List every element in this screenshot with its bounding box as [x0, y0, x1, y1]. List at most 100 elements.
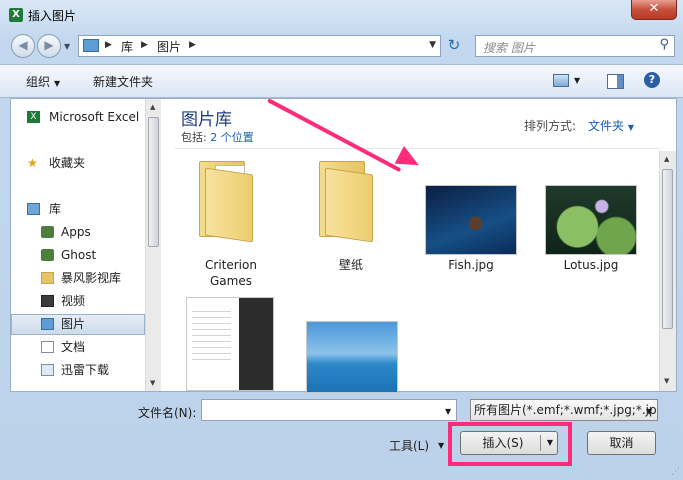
- scroll-down-icon[interactable]: ▼: [664, 377, 669, 385]
- address-bar[interactable]: ▶ 库 ▶ 图片 ▶ ▼: [78, 35, 441, 57]
- chevron-down-icon: ▼: [54, 79, 61, 88]
- new-folder-button[interactable]: 新建文件夹: [93, 73, 153, 90]
- search-box[interactable]: 搜索 图片 ⚲: [475, 35, 675, 57]
- file-name: Fish.jpg: [448, 258, 494, 272]
- sidebar-item-library[interactable]: 库: [11, 199, 145, 220]
- file-list-pane: 图片库 包括: 2 个位置 排列方式: 文件夹 ▼ Criterion Game…: [164, 99, 676, 393]
- breadcrumb-library[interactable]: 库: [121, 38, 133, 55]
- includes-label: 包括:: [181, 131, 211, 144]
- forward-button[interactable]: ▶: [37, 34, 61, 58]
- preview-pane-icon[interactable]: [607, 74, 624, 89]
- file-item-wallpaper[interactable]: 壁纸: [301, 159, 401, 291]
- arrange-by-dropdown[interactable]: 文件夹 ▼: [588, 117, 634, 134]
- file-item-fish[interactable]: Fish.jpg: [421, 185, 521, 275]
- insert-picture-dialog: X 插入图片 ✕ ◀ ▶ ▼ ▶ 库 ▶ 图片 ▶ ▼ ↻ 搜索 图片 ⚲ 组织…: [0, 0, 683, 480]
- breadcrumb-arrow-icon[interactable]: ▶: [141, 40, 148, 50]
- filename-label: 文件名(N):: [138, 406, 197, 420]
- star-icon: ★: [27, 156, 38, 170]
- document-icon: [41, 341, 54, 353]
- chevron-down-icon: ▼: [627, 123, 634, 132]
- file-name: Lotus.jpg: [563, 258, 619, 272]
- download-icon: [41, 364, 54, 376]
- cancel-button[interactable]: 取消: [587, 431, 656, 455]
- scrollbar-thumb[interactable]: [662, 169, 673, 329]
- back-arrow-icon: ◀: [18, 38, 28, 52]
- file-type-select[interactable]: 所有图片(*.emf;*.wmf;*.jpg;*.jpeg;*.png): [470, 399, 658, 421]
- search-icon[interactable]: ⚲: [659, 37, 669, 52]
- refresh-icon: ↻: [447, 36, 461, 54]
- filename-dropdown[interactable]: ▼: [445, 407, 451, 416]
- lotus-thumbnail: [545, 185, 637, 255]
- scroll-down-icon[interactable]: ▼: [150, 379, 155, 387]
- close-button[interactable]: ✕: [631, 0, 677, 20]
- library-icon: [27, 203, 40, 215]
- sidebar-item-ghost[interactable]: Ghost: [11, 245, 145, 266]
- excel-icon: X: [9, 8, 23, 22]
- scrollbar-thumb[interactable]: [148, 117, 159, 247]
- sidebar-item-favorites[interactable]: ★ 收藏夹: [11, 153, 145, 174]
- folder-icon: [41, 272, 54, 284]
- file-item-lotus[interactable]: Lotus.jpg: [541, 185, 641, 275]
- ghost-icon: [41, 249, 54, 261]
- library-includes: 包括: 2 个位置: [181, 129, 254, 145]
- video-icon: [41, 295, 54, 307]
- help-icon[interactable]: ?: [644, 72, 660, 88]
- apps-icon: [41, 226, 54, 238]
- sidebar-item-label: 库: [49, 202, 62, 216]
- sidebar-item-documents[interactable]: 文档: [11, 337, 145, 358]
- forward-arrow-icon: ▶: [44, 38, 54, 52]
- change-view-icon[interactable]: [553, 74, 569, 87]
- arrange-by-label: 排列方式:: [524, 119, 577, 133]
- file-item-criterion-games[interactable]: Criterion Games: [181, 159, 281, 291]
- sidebar-item-label: 收藏夹: [49, 156, 86, 170]
- pictures-library-icon: [83, 39, 99, 52]
- sidebar-item-label: Ghost: [61, 248, 97, 262]
- folder-icon: [199, 161, 259, 243]
- navigation-scrollbar[interactable]: ▲ ▼: [145, 99, 161, 391]
- navigation-pane: X Microsoft Excel ★ 收藏夹 库 Apps Ghost 暴风影…: [11, 99, 161, 391]
- scroll-up-icon[interactable]: ▲: [664, 155, 669, 163]
- folder-icon: [319, 161, 379, 243]
- organize-menu[interactable]: 组织 ▼: [26, 73, 60, 90]
- view-menu-dropdown[interactable]: ▼: [574, 76, 580, 85]
- sidebar-item-storm-video-library[interactable]: 暴风影视库: [11, 268, 145, 289]
- sidebar-item-label: 图片: [61, 317, 86, 331]
- sidebar-item-microsoft-excel[interactable]: X Microsoft Excel: [11, 107, 145, 128]
- tools-menu[interactable]: 工具(L): [389, 437, 429, 454]
- title-bar: X 插入图片 ✕: [0, 0, 683, 30]
- search-input[interactable]: 搜索 图片: [483, 39, 535, 56]
- window-title: 插入图片: [28, 9, 77, 23]
- screenshot-thumbnail: [186, 297, 274, 391]
- scroll-up-icon[interactable]: ▲: [150, 103, 155, 111]
- sidebar-item-pictures[interactable]: 图片: [11, 314, 145, 335]
- recent-pages-dropdown[interactable]: ▼: [64, 42, 70, 51]
- breadcrumb-pictures[interactable]: 图片: [157, 38, 181, 55]
- refresh-button[interactable]: ↻: [443, 35, 465, 57]
- sidebar-item-apps[interactable]: Apps: [11, 222, 145, 243]
- sidebar-item-label: 视频: [61, 294, 86, 308]
- file-item-sea[interactable]: [301, 321, 401, 393]
- sidebar-item-label: 迅雷下载: [61, 363, 110, 377]
- address-dropdown[interactable]: ▼: [429, 40, 436, 50]
- sidebar-item-thunder-download[interactable]: 迅雷下载: [11, 360, 145, 381]
- excel-icon: X: [27, 111, 40, 123]
- file-list-scrollbar[interactable]: ▲ ▼: [659, 151, 676, 391]
- sidebar-item-label: 暴风影视库: [61, 271, 122, 285]
- back-button[interactable]: ◀: [11, 34, 35, 58]
- filename-input[interactable]: [201, 399, 457, 421]
- organize-label: 组织: [26, 75, 51, 89]
- sea-thumbnail: [306, 321, 398, 393]
- sidebar-item-video[interactable]: 视频: [11, 291, 145, 312]
- annotation-highlight-box: [448, 422, 572, 466]
- locations-link[interactable]: 2 个位置: [210, 131, 254, 144]
- sidebar-item-label: 文档: [61, 340, 86, 354]
- file-name: Criterion Games: [205, 258, 257, 288]
- divider: [174, 148, 660, 149]
- file-type-dropdown-icon[interactable]: ▼: [646, 407, 652, 416]
- resize-grip-icon[interactable]: ⋰: [671, 467, 680, 477]
- file-item-screenshot[interactable]: [181, 297, 281, 391]
- breadcrumb-arrow-icon[interactable]: ▶: [189, 40, 196, 50]
- library-title: 图片库: [181, 110, 232, 130]
- breadcrumb-arrow-icon[interactable]: ▶: [105, 40, 112, 50]
- chevron-down-icon[interactable]: ▼: [438, 441, 444, 450]
